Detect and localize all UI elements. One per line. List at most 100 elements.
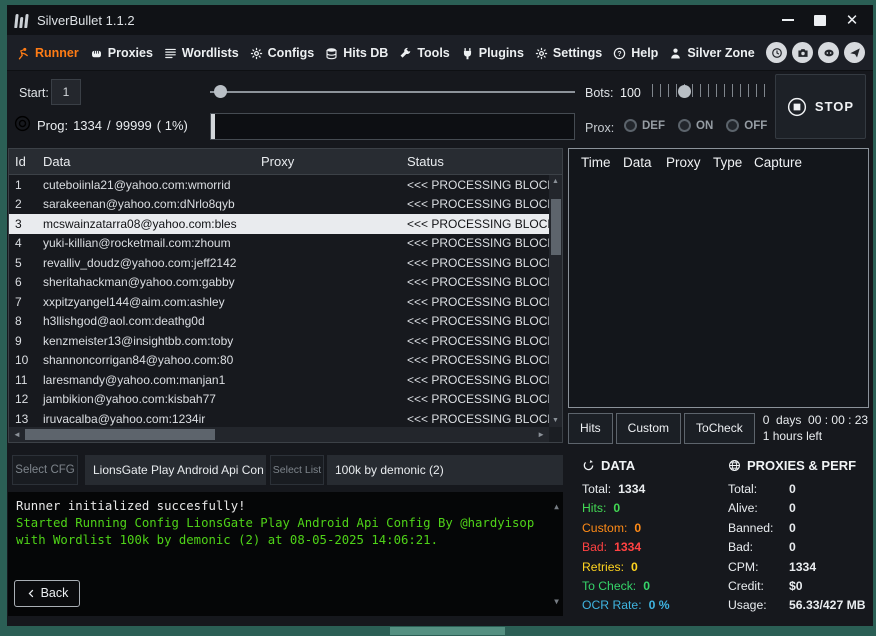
progress-label: Prog: [37, 118, 68, 133]
grid-row[interactable]: 5revalliv_doudz@yahoo.com:jeff2142<<< PR… [9, 253, 549, 273]
horizontal-scrollbar[interactable]: ◄ ► [9, 427, 549, 442]
grid-row[interactable]: 11laresmandy@yahoo.com:manjan1<<< PROCES… [9, 370, 549, 390]
grid-row[interactable]: 4yuki-killian@rocketmail.com:zhoum<<< PR… [9, 234, 549, 254]
stop-button[interactable]: STOP [775, 74, 866, 139]
nav-item-proxies[interactable]: Proxies [90, 46, 153, 60]
nav-item-label: Runner [35, 46, 79, 60]
minimize-button[interactable] [775, 9, 801, 31]
help-icon: ? [613, 47, 626, 60]
send-icon [849, 47, 861, 59]
bots-slider[interactable] [652, 81, 768, 103]
camera-button[interactable] [792, 42, 813, 63]
grid-row[interactable]: 3mcswainzatarra08@yahoo.com:bles<<< PROC… [9, 214, 549, 234]
cell-data: laresmandy@yahoo.com:manjan1 [37, 373, 255, 387]
wordlist-name-field[interactable]: 100k by demonic (2) [327, 455, 563, 485]
cell-data: sarakeenan@yahoo.com:dNrlo8qyb [37, 197, 255, 211]
cell-data: mcswainzatarra08@yahoo.com:bles [37, 217, 255, 231]
scroll-down-icon[interactable]: ▼ [549, 417, 562, 424]
results-tabs: HitsCustomToCheck [568, 413, 755, 444]
stat-label: Retries: [582, 560, 624, 574]
nav-item-runner[interactable]: Runner [17, 46, 79, 60]
data-stats-title: DATA [601, 458, 635, 473]
maximize-button[interactable] [807, 9, 833, 31]
nav-item-tools[interactable]: Tools [399, 46, 449, 60]
prox-option-def[interactable]: DEF [624, 119, 665, 132]
scroll-right-icon[interactable]: ► [537, 430, 545, 439]
prox-option-off[interactable]: OFF [726, 119, 767, 132]
config-name-field[interactable]: LionsGate Play Android Api Con [85, 455, 266, 485]
grid-row[interactable]: 6sheritahackman@yahoo.com:gabby<<< PROCE… [9, 273, 549, 293]
window-controls: ✕ [775, 9, 865, 31]
start-label: Start: [19, 86, 49, 100]
slider-ticks [652, 84, 768, 97]
scroll-up-icon[interactable]: ▲ [549, 178, 562, 185]
titlebar[interactable]: SilverBullet 1.1.2 ✕ [7, 5, 873, 35]
discord-button[interactable] [818, 42, 839, 63]
stat-row: To Check:0 [582, 577, 670, 596]
radio-icon [624, 119, 637, 132]
nav-item-help[interactable]: ?Help [613, 46, 658, 60]
select-list-button[interactable]: Select List [270, 455, 324, 485]
slider-handle[interactable] [214, 85, 227, 98]
nav-item-silver-zone[interactable]: Silver Zone [669, 46, 754, 60]
cell-data: sheritahackman@yahoo.com:gabby [37, 275, 255, 289]
results-tabs-row: HitsCustomToCheck 0 days 00 : 00 : 23 1 … [568, 411, 871, 445]
cell-id: 10 [9, 353, 37, 367]
stat-row: Total:1334 [582, 480, 670, 499]
plugins-icon [461, 47, 474, 60]
stat-row: CPM:1334 [728, 558, 866, 577]
main-nav: Runner Proxies Wordlists Configs Hits DB Tool… [7, 35, 873, 71]
stat-row: Credit:$0 [728, 577, 866, 596]
vertical-scrollbar[interactable]: ▲ ▼ [549, 175, 562, 427]
nav-item-configs[interactable]: Configs [250, 46, 315, 60]
nav-item-label: Hits DB [343, 46, 388, 60]
tab-tocheck[interactable]: ToCheck [684, 413, 755, 444]
scrollbar-thumb[interactable] [551, 199, 561, 255]
nav-item-settings[interactable]: Settings [535, 46, 602, 60]
hitsdb-icon [325, 47, 338, 60]
grid-row[interactable]: 1cuteboiinla21@yahoo.com:wmorrid<<< PROC… [9, 175, 549, 195]
radio-label: ON [696, 120, 713, 132]
select-config-button[interactable]: Select CFG [12, 455, 78, 485]
send-button[interactable] [844, 42, 865, 63]
grid-row[interactable]: 10shannoncorrigan84@yahoo.com:80<<< PROC… [9, 351, 549, 371]
grid-row[interactable]: 7xxpitzyangel144@aim.com:ashley<<< PROCE… [9, 292, 549, 312]
history-button[interactable] [766, 42, 787, 63]
cell-data: cuteboiinla21@yahoo.com:wmorrid [37, 178, 255, 192]
scroll-left-icon[interactable]: ◄ [13, 430, 21, 439]
tab-custom[interactable]: Custom [616, 413, 681, 444]
stop-icon [787, 97, 807, 117]
grid-row[interactable]: 2sarakeenan@yahoo.com:dNrlo8qyb<<< PROCE… [9, 195, 549, 215]
close-button[interactable]: ✕ [839, 9, 865, 31]
stat-row: Usage:56.33/427 MB [728, 596, 866, 615]
app-content: SilverBullet 1.1.2 ✕ Runner Proxies Wordli… [7, 5, 873, 626]
quick-actions [766, 42, 865, 63]
cell-data: h3llishgod@aol.com:deathg0d [37, 314, 255, 328]
log-console: Runner initialized succesfully!Started R… [8, 492, 563, 616]
slider-handle[interactable] [678, 85, 691, 98]
window-bottom-scroll-thumb[interactable] [390, 627, 505, 635]
grid-row[interactable]: 8h3llishgod@aol.com:deathg0d<<< PROCESSI… [9, 312, 549, 332]
grid-row[interactable]: 13iruvacalba@yahoo.com:1234ir<<< PROCESS… [9, 409, 549, 427]
grid-row[interactable]: 12jambikion@yahoo.com:kisbah77<<< PROCES… [9, 390, 549, 410]
grid-row[interactable]: 9kenzmeister13@insightbb.com:toby<<< PRO… [9, 331, 549, 351]
cell-status: <<< PROCESSING BLOCK [401, 217, 549, 231]
prox-option-on[interactable]: ON [678, 119, 713, 132]
nav-item-hits-db[interactable]: Hits DB [325, 46, 388, 60]
back-button[interactable]: Back [14, 580, 80, 607]
tab-hits[interactable]: Hits [568, 413, 613, 444]
nav-item-wordlists[interactable]: Wordlists [164, 46, 239, 60]
prox-label: Prox: [585, 121, 614, 135]
scrollbar-thumb[interactable] [25, 429, 215, 440]
start-slider[interactable] [210, 81, 575, 103]
cell-data: yuki-killian@rocketmail.com:zhoum [37, 236, 255, 250]
start-input[interactable]: 1 [51, 79, 81, 105]
stat-row: OCR Rate:0 % [582, 596, 670, 615]
nav-item-label: Plugins [479, 46, 524, 60]
stat-row: Alive:0 [728, 499, 866, 518]
scroll-down-icon[interactable]: ▼ [554, 593, 559, 610]
nav-item-plugins[interactable]: Plugins [461, 46, 524, 60]
close-icon: ✕ [846, 11, 859, 29]
scroll-up-icon[interactable]: ▲ [554, 498, 559, 515]
bots-label: Bots: [585, 86, 614, 100]
